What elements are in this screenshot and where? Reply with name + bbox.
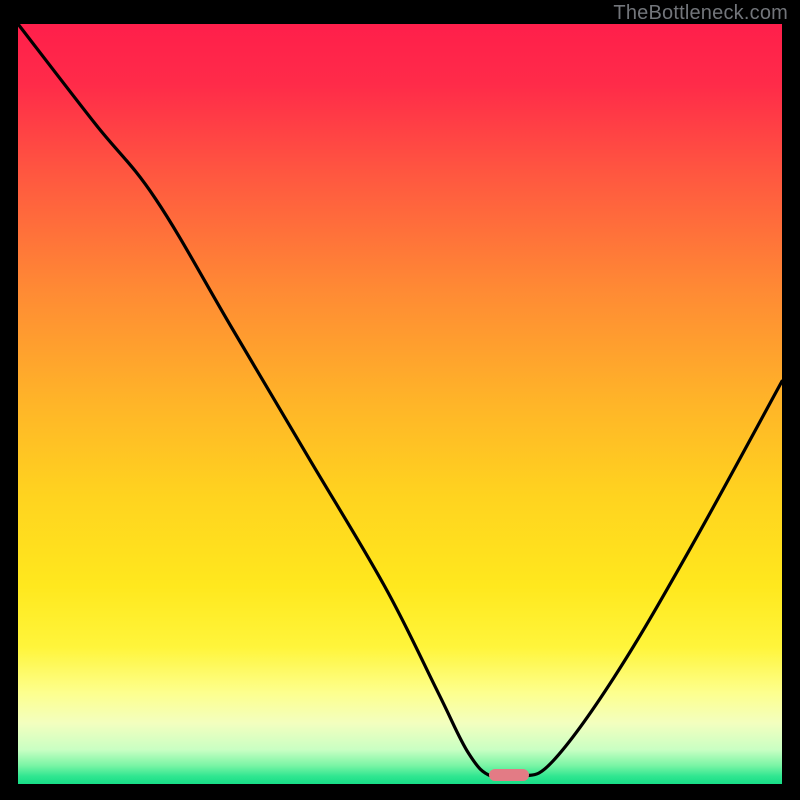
chart-frame: TheBottleneck.com xyxy=(0,0,800,800)
bottleneck-curve xyxy=(18,24,782,784)
optimal-marker xyxy=(489,769,529,781)
watermark-text: TheBottleneck.com xyxy=(613,2,788,25)
plot-area xyxy=(18,24,782,784)
